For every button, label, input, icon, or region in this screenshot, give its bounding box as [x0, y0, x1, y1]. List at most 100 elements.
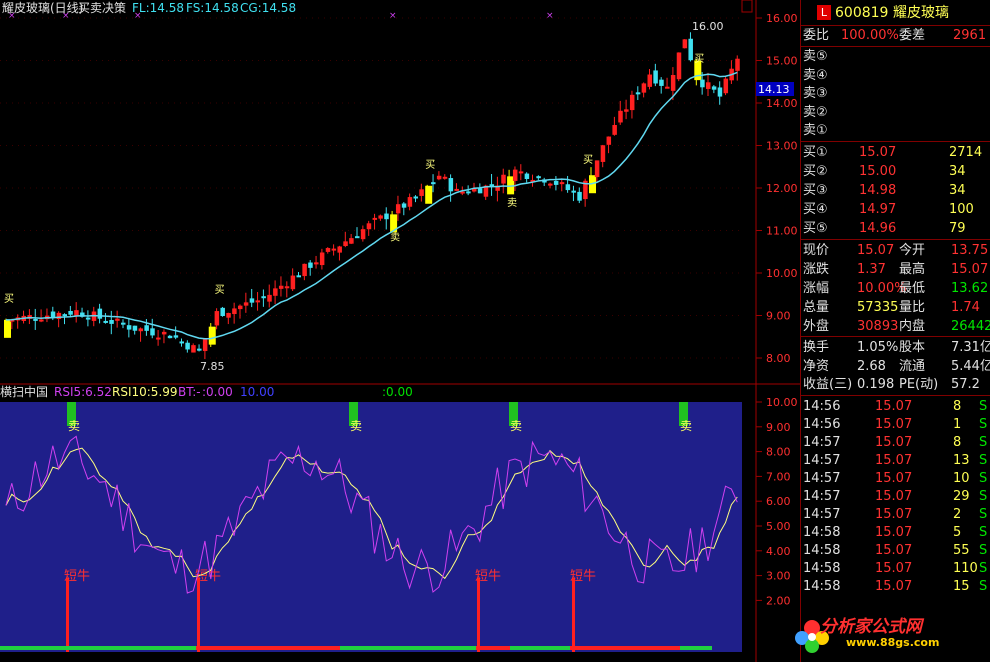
candle-body[interactable] — [319, 252, 325, 266]
candle-body[interactable] — [349, 238, 354, 244]
candle-body[interactable] — [278, 285, 284, 289]
candle-body[interactable] — [284, 286, 290, 289]
rsi-area[interactable] — [0, 402, 742, 652]
candle-body[interactable] — [202, 339, 208, 352]
candle-body[interactable] — [717, 87, 723, 97]
candle-body[interactable] — [138, 328, 144, 332]
candle-body[interactable] — [431, 182, 436, 185]
candle-body[interactable] — [39, 319, 44, 322]
candle-body[interactable] — [524, 173, 530, 180]
candle-body[interactable] — [68, 310, 73, 315]
candle-body[interactable] — [594, 160, 600, 178]
candle-body[interactable] — [331, 248, 337, 251]
candle-body[interactable] — [355, 236, 360, 239]
candle-body[interactable] — [302, 263, 307, 277]
candle-body[interactable] — [448, 178, 454, 192]
candle-body[interactable] — [238, 305, 243, 310]
candle-body[interactable] — [706, 82, 711, 89]
candle-body[interactable] — [103, 320, 108, 323]
candle-body[interactable] — [571, 190, 576, 193]
candle-body[interactable] — [647, 74, 653, 87]
candle-body[interactable] — [700, 79, 705, 88]
candle-body[interactable] — [559, 182, 565, 185]
candle-body[interactable] — [308, 262, 313, 268]
candle-body[interactable] — [132, 325, 138, 331]
candle-body[interactable] — [454, 188, 459, 191]
candle-body[interactable] — [220, 307, 225, 317]
candle-body[interactable] — [167, 335, 173, 339]
candle-body[interactable] — [670, 75, 676, 91]
candle-body[interactable] — [144, 325, 149, 331]
candle-body[interactable] — [173, 335, 179, 338]
candle-body[interactable] — [384, 213, 389, 220]
candle-body[interactable] — [553, 180, 559, 185]
candle-body[interactable] — [735, 58, 740, 71]
candle-body[interactable] — [314, 262, 319, 265]
candle-body[interactable] — [296, 275, 302, 278]
candle-body[interactable] — [512, 169, 518, 181]
candle-body[interactable] — [565, 184, 571, 191]
candle-body[interactable] — [150, 328, 155, 336]
candle-body[interactable] — [197, 348, 202, 351]
candle-body[interactable] — [618, 110, 623, 123]
candle-body[interactable] — [50, 311, 56, 318]
candle-body[interactable] — [659, 79, 664, 86]
candle-body[interactable] — [419, 189, 424, 196]
candle-body[interactable] — [466, 191, 471, 194]
candle-body[interactable] — [121, 322, 126, 325]
candle-body[interactable] — [85, 317, 91, 320]
candle-body[interactable] — [97, 308, 103, 319]
candle-body[interactable] — [214, 311, 220, 326]
candle-body[interactable] — [378, 215, 383, 219]
candle-body[interactable] — [273, 288, 278, 296]
kline-area[interactable] — [0, 0, 756, 384]
candle-body[interactable] — [425, 185, 433, 204]
candle-body[interactable] — [395, 204, 401, 214]
candle-body[interactable] — [208, 326, 216, 345]
candle-body[interactable] — [688, 38, 693, 61]
candle-body[interactable] — [413, 196, 419, 199]
candle-body[interactable] — [126, 325, 132, 330]
candle-body[interactable] — [74, 310, 79, 316]
candle-body[interactable] — [185, 342, 190, 350]
candle-body[interactable] — [267, 294, 272, 302]
candle-body[interactable] — [518, 171, 524, 174]
candle-body[interactable] — [243, 302, 249, 306]
candle-body[interactable] — [109, 319, 114, 324]
candle-body[interactable] — [255, 300, 261, 303]
candle-body[interactable] — [407, 197, 413, 207]
candle-body[interactable] — [232, 308, 237, 315]
candle-body[interactable] — [261, 296, 266, 299]
candle-body[interactable] — [156, 337, 161, 340]
candle-body[interactable] — [4, 319, 11, 338]
candle-body[interactable] — [290, 275, 296, 290]
candle-body[interactable] — [360, 229, 366, 240]
candle-body[interactable] — [115, 318, 120, 321]
candle-body[interactable] — [226, 312, 231, 318]
candle-body[interactable] — [612, 125, 617, 135]
candle-body[interactable] — [401, 203, 407, 208]
candle-body[interactable] — [629, 94, 635, 111]
candle-body[interactable] — [624, 109, 629, 112]
candle-body[interactable] — [682, 39, 688, 49]
candle-body[interactable] — [641, 83, 647, 93]
candle-body[interactable] — [436, 175, 442, 180]
candle-body[interactable] — [653, 70, 658, 84]
candle-body[interactable] — [676, 52, 682, 80]
candle-body[interactable] — [665, 86, 670, 89]
candle-body[interactable] — [606, 136, 612, 145]
candle-body[interactable] — [249, 298, 255, 303]
candle-body[interactable] — [179, 341, 185, 344]
candle-body[interactable] — [548, 183, 553, 186]
candle-body[interactable] — [161, 331, 167, 335]
candle-body[interactable] — [325, 248, 331, 252]
candle-body[interactable] — [33, 318, 38, 321]
candle-body[interactable] — [366, 223, 372, 230]
candle-body[interactable] — [343, 241, 348, 247]
candle-body[interactable] — [635, 92, 641, 95]
candle-body[interactable] — [442, 176, 448, 179]
candle-body[interactable] — [723, 78, 729, 94]
candle-body[interactable] — [711, 86, 717, 90]
candle-body[interactable] — [536, 176, 541, 179]
candle-body[interactable] — [62, 314, 68, 317]
